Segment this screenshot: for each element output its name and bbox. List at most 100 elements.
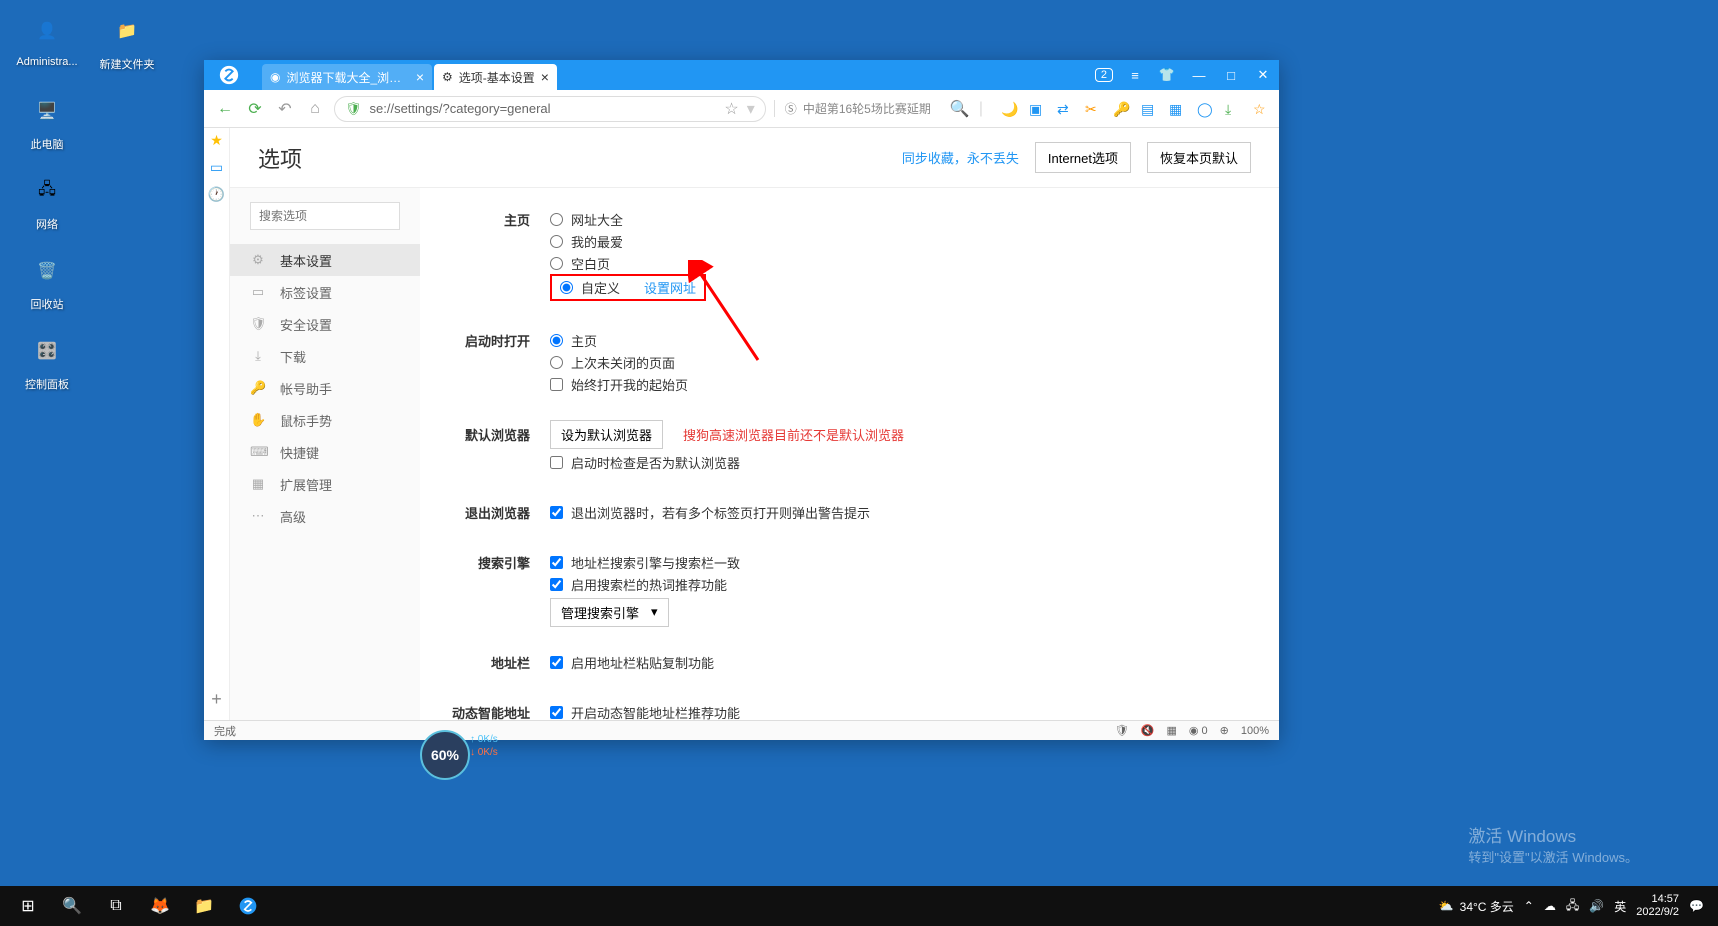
- desktop-icon-folder[interactable]: 📁新建文件夹: [92, 10, 162, 72]
- homepage-radio-fav[interactable]: [550, 235, 563, 248]
- sidebar-item-download[interactable]: ⤓下载: [230, 340, 420, 372]
- tray-cloud-icon[interactable]: ☁: [1544, 899, 1556, 913]
- homepage-radio-blank[interactable]: [550, 257, 563, 270]
- scissors-icon[interactable]: ✂: [1085, 101, 1101, 117]
- bookmarks-icon[interactable]: ★: [210, 132, 223, 149]
- download-icon[interactable]: ⤓: [1225, 101, 1241, 117]
- status-bar: 完成 🛡 🔇 ▦ ◉ 0 ⊕ 100%: [204, 720, 1279, 740]
- tab-count-badge[interactable]: 2: [1095, 68, 1113, 82]
- history-icon[interactable]: 🕐: [208, 186, 225, 203]
- undo-button[interactable]: ↶: [274, 98, 296, 120]
- restore-defaults-button[interactable]: 恢复本页默认: [1147, 142, 1251, 173]
- sync-link[interactable]: 同步收藏，永不丢失: [902, 148, 1019, 167]
- sidebar-item-account[interactable]: 🔑帐号助手: [230, 372, 420, 404]
- tab-close-icon[interactable]: ×: [416, 69, 424, 85]
- gear-icon: ⚙: [442, 70, 453, 84]
- skin-icon[interactable]: 👕: [1151, 60, 1183, 90]
- titlebar: ◉ 浏览器下载大全_浏览器 × ⚙ 选项-基本设置 × 2 ≡ 👕 — □ ✕: [204, 60, 1279, 90]
- note-icon[interactable]: ▤: [1141, 101, 1157, 117]
- search-input[interactable]: [250, 202, 400, 230]
- exit-warn-checkbox[interactable]: [550, 506, 563, 519]
- star-icon[interactable]: ☆: [724, 99, 738, 119]
- zoom-icon[interactable]: ⊕: [1220, 724, 1229, 737]
- task-view-icon[interactable]: ⧉: [94, 886, 138, 926]
- mute-icon[interactable]: 🔇: [1141, 724, 1155, 737]
- sidebar-item-shortcut[interactable]: ⌨快捷键: [230, 436, 420, 468]
- explorer-icon[interactable]: 📁: [182, 886, 226, 926]
- sogou-task-icon[interactable]: [226, 886, 270, 926]
- translate-icon[interactable]: ⇄: [1057, 101, 1073, 117]
- check-default-checkbox[interactable]: [550, 456, 563, 469]
- back-button[interactable]: ←: [214, 98, 236, 120]
- speed-indicator[interactable]: 60%: [420, 730, 470, 780]
- windows-activation-watermark: 激活 Windows 转到"设置"以激活 Windows。: [1468, 822, 1638, 866]
- maximize-button[interactable]: □: [1215, 60, 1247, 90]
- desktop-icon-pc[interactable]: 🖥️此电脑: [12, 90, 82, 152]
- tray-clock[interactable]: 14:57 2022/9/2: [1636, 893, 1679, 919]
- tab-icon: ▭: [250, 284, 266, 300]
- reader-icon[interactable]: ▭: [210, 159, 223, 176]
- menu-icon[interactable]: ≡: [1119, 60, 1151, 90]
- smartbar-enable-checkbox[interactable]: [550, 706, 563, 719]
- set-url-link[interactable]: 设置网址: [644, 278, 696, 297]
- news-icon[interactable]: ▣: [1029, 101, 1045, 117]
- weather-icon: ⛅: [1439, 899, 1454, 913]
- counter-icon[interactable]: ◉ 0: [1189, 724, 1208, 737]
- help-icon[interactable]: ◯: [1197, 101, 1213, 117]
- sidebar-item-gesture[interactable]: ✋鼠标手势: [230, 404, 420, 436]
- shield-icon: 🛡: [250, 316, 266, 332]
- shield-status-icon[interactable]: 🛡: [1115, 724, 1129, 737]
- search-icon[interactable]: 🔍: [949, 98, 971, 120]
- sidebar-item-security[interactable]: 🛡安全设置: [230, 308, 420, 340]
- tab-close-icon[interactable]: ×: [541, 69, 549, 85]
- moon-icon[interactable]: 🌙: [1001, 101, 1017, 117]
- weather-widget[interactable]: ⛅ 34°C 多云: [1439, 898, 1514, 915]
- search-sync-checkbox[interactable]: [550, 556, 563, 569]
- fav-star-icon[interactable]: ☆: [1253, 101, 1269, 117]
- homepage-radio-custom[interactable]: [560, 281, 573, 294]
- sidebar-item-extension[interactable]: ▦扩展管理: [230, 468, 420, 500]
- home-button[interactable]: ⌂: [304, 98, 326, 120]
- search-hint[interactable]: Ⓢ 中超第16轮5场比赛延期: [774, 100, 941, 117]
- add-panel-icon[interactable]: +: [211, 689, 222, 710]
- close-button[interactable]: ✕: [1247, 60, 1279, 90]
- sogou-logo-icon: [218, 64, 240, 86]
- tray-ime[interactable]: 英: [1614, 898, 1626, 915]
- addressbar-paste-checkbox[interactable]: [550, 656, 563, 669]
- sidebar-item-tabs[interactable]: ▭标签设置: [230, 276, 420, 308]
- search-task-icon[interactable]: 🔍: [50, 886, 94, 926]
- startup-radio-home[interactable]: [550, 334, 563, 347]
- speed-rates: ↑ 0K/s ↓ 0K/s: [470, 734, 498, 758]
- internet-options-button[interactable]: Internet选项: [1035, 142, 1131, 173]
- minimize-button[interactable]: —: [1183, 60, 1215, 90]
- zoom-level: 100%: [1241, 725, 1269, 737]
- desktop-icons: 👤Administra... 📁新建文件夹 🖥️此电脑 🖧网络 🗑️回收站 🎛️…: [12, 10, 162, 392]
- tab-settings[interactable]: ⚙ 选项-基本设置 ×: [434, 64, 557, 90]
- tab-strip: ◉ 浏览器下载大全_浏览器 × ⚙ 选项-基本设置 ×: [254, 60, 559, 90]
- search-hotword-checkbox[interactable]: [550, 578, 563, 591]
- tab-downloads[interactable]: ◉ 浏览器下载大全_浏览器 ×: [262, 64, 432, 90]
- homepage-radio-all[interactable]: [550, 213, 563, 226]
- sidebar-item-basic[interactable]: ⚙基本设置: [230, 244, 420, 276]
- sidebar-item-advanced[interactable]: ⋯高级: [230, 500, 420, 532]
- notification-icon[interactable]: 💬: [1689, 899, 1704, 913]
- desktop-icon-recycle[interactable]: 🗑️回收站: [12, 250, 82, 312]
- tray-network-icon[interactable]: 🖧: [1566, 896, 1579, 917]
- firefox-icon[interactable]: 🦊: [138, 886, 182, 926]
- wallet-icon[interactable]: ▦: [1169, 101, 1185, 117]
- grid-status-icon[interactable]: ▦: [1166, 724, 1176, 737]
- set-default-button[interactable]: 设为默认浏览器: [550, 420, 663, 449]
- startup-checkbox-always[interactable]: [550, 378, 563, 391]
- desktop-icon-control-panel[interactable]: 🎛️控制面板: [12, 330, 82, 392]
- manage-search-button[interactable]: 管理搜索引擎▾: [550, 598, 669, 627]
- start-button[interactable]: ⊞: [6, 886, 50, 926]
- startup-radio-last[interactable]: [550, 356, 563, 369]
- tray-volume-icon[interactable]: 🔊: [1589, 899, 1604, 913]
- url-input[interactable]: 🛡 se://settings/?category=general ☆ ▾: [334, 96, 766, 122]
- refresh-button[interactable]: ⟳: [244, 98, 266, 120]
- status-text: 完成: [214, 723, 236, 739]
- desktop-icon-admin[interactable]: 👤Administra...: [12, 10, 82, 72]
- tray-chevron-icon[interactable]: ⌃: [1524, 899, 1534, 913]
- desktop-icon-network[interactable]: 🖧网络: [12, 170, 82, 232]
- key-icon[interactable]: 🔑: [1113, 101, 1129, 117]
